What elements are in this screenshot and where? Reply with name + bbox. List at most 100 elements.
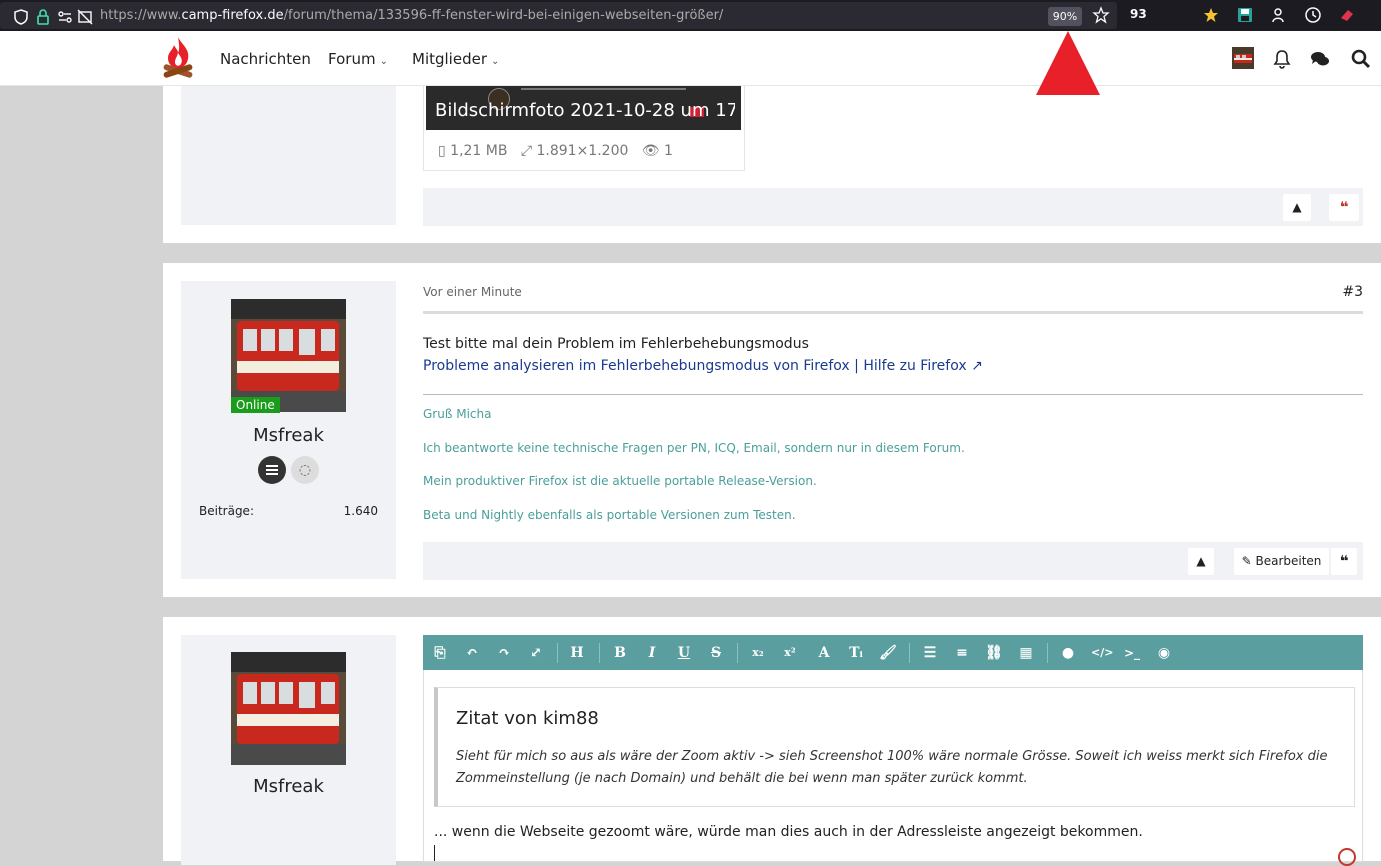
post-3: Online Msfreak ◌ Beiträge: 1.640 Vor ein… bbox=[163, 263, 1381, 597]
quote-text: Sieht für mich so aus als wäre der Zoom … bbox=[456, 749, 1328, 786]
editor-toolbar: ⎘ ↶ ↷ ⤢ H B I U S x₂ x² A Tᵢ 🖌 ☰ ≡ ⛓ ▦ ●… bbox=[423, 635, 1363, 670]
notification-bell-icon[interactable] bbox=[1272, 49, 1292, 69]
signature-line: Mein produktiver Firefox ist die aktuell… bbox=[423, 474, 817, 488]
save-icon[interactable] bbox=[1236, 6, 1254, 24]
quote-title: Zitat von kim88 bbox=[456, 708, 599, 729]
editor-content-area[interactable]: Zitat von kim88 Sieht für mich so aus al… bbox=[423, 670, 1363, 866]
quote-block[interactable]: Zitat von kim88 Sieht für mich so aus al… bbox=[434, 687, 1355, 807]
post-action-bar: ▲ ✎ Bearbeiten ❝ bbox=[423, 542, 1363, 580]
attachment-thumbnail[interactable]: Bildschirmfoto 2021-10-28 um 17.... bbox=[426, 85, 741, 130]
toolbar-separator bbox=[737, 643, 738, 663]
toolbar-separator bbox=[1047, 643, 1048, 663]
post-number[interactable]: #3 bbox=[1342, 284, 1363, 300]
permissions-icon[interactable] bbox=[56, 8, 74, 26]
lightbulb-icon[interactable]: ◌ bbox=[291, 456, 319, 484]
history-clock-icon[interactable] bbox=[1304, 6, 1322, 24]
quote-button[interactable]: ❝ bbox=[1331, 548, 1357, 575]
edit-button[interactable]: ✎ Bearbeiten bbox=[1234, 548, 1329, 575]
username[interactable]: Msfreak bbox=[181, 776, 396, 797]
user-avatar-icon[interactable] bbox=[1232, 47, 1254, 69]
table-icon[interactable]: ▦ bbox=[1017, 644, 1035, 662]
heading-button[interactable]: H bbox=[568, 644, 586, 662]
post-time[interactable]: Vor einer Minute bbox=[423, 285, 522, 299]
list-icon[interactable]: ☰ bbox=[921, 644, 939, 662]
lock-icon[interactable] bbox=[34, 8, 52, 26]
nav-label: Nachrichten bbox=[220, 50, 311, 68]
campfire-logo-icon[interactable] bbox=[160, 35, 196, 81]
username[interactable]: Msfreak bbox=[181, 425, 396, 446]
online-badge: Online bbox=[231, 397, 280, 413]
font-size-button[interactable]: Tᵢ bbox=[847, 644, 865, 662]
stat-value: 1.640 bbox=[343, 504, 378, 518]
toolbar-separator bbox=[909, 643, 910, 663]
user-avatar-tram[interactable] bbox=[231, 299, 346, 412]
warning-icon: ▲ bbox=[1196, 554, 1206, 568]
warning-icon: ▲ bbox=[1292, 200, 1302, 214]
file-icon: ▯ bbox=[438, 143, 446, 159]
user-avatar-tram[interactable] bbox=[231, 652, 346, 765]
external-link[interactable]: Probleme analysieren im Fehlerbehebungsm… bbox=[423, 358, 983, 374]
favorites-star-icon[interactable] bbox=[1202, 6, 1220, 24]
nav-mitglieder[interactable]: Mitglieder ⌄ bbox=[412, 50, 499, 68]
quote-icon: ❝ bbox=[1339, 552, 1349, 570]
quote-bubble-icon[interactable]: ● bbox=[1059, 644, 1077, 662]
fullscreen-icon[interactable]: ⤢ bbox=[527, 644, 545, 662]
underline-button[interactable]: U bbox=[675, 644, 693, 662]
post-previous: Bildschirmfoto 2021-10-28 um 17.... ▯ 1,… bbox=[163, 85, 1381, 243]
signature-line: Gruß Micha bbox=[423, 407, 492, 421]
chevron-down-icon: ⌄ bbox=[379, 56, 388, 67]
source-mode-icon[interactable]: ⎘ bbox=[431, 644, 449, 662]
nav-forum[interactable]: Forum ⌄ bbox=[328, 50, 388, 68]
italic-button[interactable]: I bbox=[643, 644, 661, 662]
attachment-meta: ▯ 1,21 MB ⤢ 1.891×1.200 👁 1 bbox=[438, 143, 673, 159]
color-brush-icon[interactable]: 🖌 bbox=[879, 644, 897, 662]
bold-button[interactable]: B bbox=[611, 644, 629, 662]
undo-icon[interactable]: ↶ bbox=[463, 644, 481, 662]
nav-nachrichten[interactable]: Nachrichten bbox=[220, 50, 311, 68]
attachment-title: Bildschirmfoto 2021-10-28 um 17.... bbox=[435, 100, 735, 121]
edit-label: Bearbeiten bbox=[1255, 554, 1322, 568]
zoom-level-badge[interactable]: 90% bbox=[1048, 7, 1082, 26]
user-column: Msfreak bbox=[181, 635, 396, 865]
conversations-icon[interactable] bbox=[1310, 49, 1330, 69]
spoiler-eye-icon[interactable]: ◉ bbox=[1155, 644, 1173, 662]
url-bar[interactable]: https://www.camp-firefox.de/forum/thema/… bbox=[0, 2, 1117, 29]
nav-label: Forum bbox=[328, 50, 376, 68]
superscript-icon[interactable]: x² bbox=[781, 644, 799, 662]
align-icon[interactable]: ≡ bbox=[953, 644, 971, 662]
toolbar-separator bbox=[599, 643, 600, 663]
text-cursor bbox=[434, 845, 435, 861]
reply-editor-post: Msfreak ⎘ ↶ ↷ ⤢ H B I U S x₂ x² A Tᵢ 🖌 ☰… bbox=[163, 617, 1381, 866]
reply-text: ... wenn die Webseite gezoomt wäre, würd… bbox=[434, 824, 1143, 840]
report-button[interactable]: ▲ bbox=[1283, 194, 1311, 221]
shield-icon[interactable] bbox=[12, 8, 30, 26]
url-text[interactable]: https://www.camp-firefox.de/forum/thema/… bbox=[100, 8, 723, 23]
blocked-media-icon[interactable] bbox=[76, 8, 94, 26]
subscript-icon[interactable]: x₂ bbox=[749, 644, 767, 662]
code-icon[interactable]: </> bbox=[1091, 644, 1113, 662]
strikethrough-button[interactable]: S bbox=[707, 644, 725, 662]
eraser-icon[interactable] bbox=[1338, 6, 1356, 24]
report-button[interactable]: ▲ bbox=[1188, 548, 1214, 575]
terminal-icon[interactable]: >_ bbox=[1123, 644, 1141, 662]
quote-icon: ❝ bbox=[1339, 198, 1349, 216]
search-icon[interactable] bbox=[1351, 49, 1371, 69]
external-link-icon: ↗ bbox=[971, 358, 983, 374]
quote-button[interactable]: ❝ bbox=[1329, 194, 1359, 221]
link-icon[interactable]: ⛓ bbox=[985, 644, 1003, 662]
redo-icon[interactable]: ↷ bbox=[495, 644, 513, 662]
spellcheck-icon[interactable] bbox=[1338, 848, 1356, 866]
account-icon[interactable] bbox=[1270, 6, 1288, 24]
signature-divider bbox=[423, 394, 1363, 395]
annotation-red-arrow bbox=[1036, 31, 1100, 95]
signature-line: Beta und Nightly ebenfalls als portable … bbox=[423, 508, 796, 522]
signature-line: Ich beantworte keine technische Fragen p… bbox=[423, 441, 965, 455]
attachment-card[interactable]: Bildschirmfoto 2021-10-28 um 17.... ▯ 1,… bbox=[423, 85, 745, 171]
trophy-activity-icon[interactable] bbox=[258, 456, 286, 484]
user-column bbox=[181, 85, 396, 225]
nav-label: Mitglieder bbox=[412, 50, 487, 68]
extension-badge-count[interactable]: 93 bbox=[1130, 7, 1147, 21]
font-button[interactable]: A bbox=[815, 644, 833, 662]
bookmark-star-icon[interactable] bbox=[1092, 6, 1110, 24]
chevron-down-icon: ⌄ bbox=[491, 56, 500, 67]
